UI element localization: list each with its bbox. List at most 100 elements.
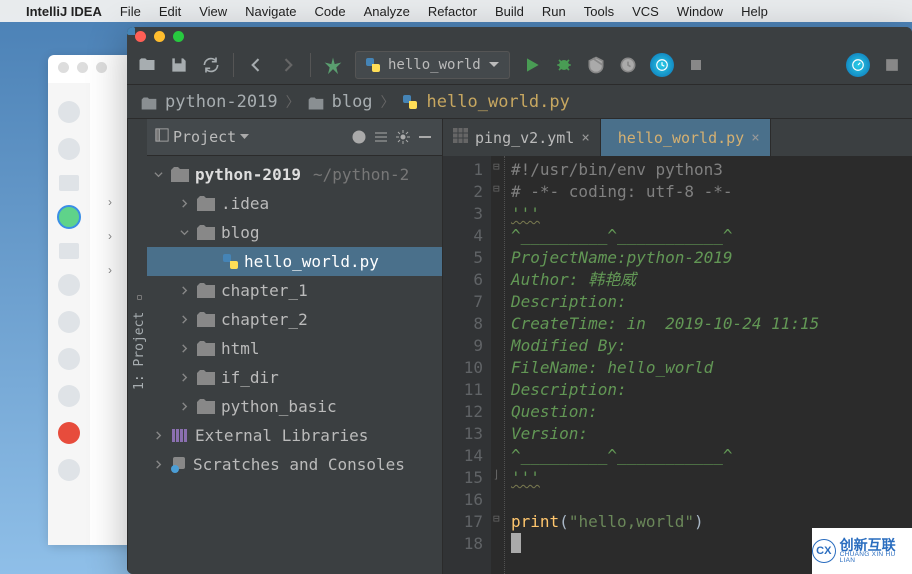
editor-area: ping_v2.yml × hello_world.py × 123456789… [443,119,912,574]
select-opened-file-button[interactable] [350,128,368,146]
menu-vcs[interactable]: VCS [632,4,659,19]
python-icon [366,58,380,72]
menu-file[interactable]: File [120,4,141,19]
bg-sidebar-item-icon [58,459,80,481]
menubar-app-name[interactable]: IntelliJ IDEA [26,4,102,19]
expand-arrow-icon[interactable] [177,286,191,295]
open-button[interactable] [137,55,157,75]
expand-all-button[interactable] [372,128,390,146]
project-tree[interactable]: python-2019 ~/python-2 .ideabloghello_wo… [147,156,442,574]
settings-button[interactable] [394,128,412,146]
menu-code[interactable]: Code [314,4,345,19]
fold-marker-icon[interactable]: ⊟ [493,160,500,173]
tree-external-libraries[interactable]: External Libraries [147,421,442,450]
expand-arrow-icon[interactable] [151,460,165,469]
update-button[interactable] [882,55,902,75]
run-coverage-button[interactable] [586,55,606,75]
close-tab-icon[interactable]: × [581,130,589,146]
expand-arrow-icon[interactable] [177,199,191,208]
fold-marker-icon[interactable]: ⊟ [493,512,500,525]
run-configuration-selector[interactable]: hello_world [355,51,510,79]
tab-label: hello_world.py [618,129,744,147]
debug-button[interactable] [554,55,574,75]
tree-item[interactable]: python_basic [147,392,442,421]
tree-item[interactable]: blog [147,218,442,247]
back-button[interactable] [246,55,266,75]
window-close-icon[interactable] [135,31,146,42]
run-config-name: hello_world [388,57,481,73]
menu-edit[interactable]: Edit [159,4,181,19]
breadcrumb-file[interactable]: hello_world.py [427,92,570,112]
tree-item[interactable]: html [147,334,442,363]
module-icon [171,167,189,182]
expand-arrow-icon[interactable] [177,373,191,382]
tree-root-path: ~/python-2 [313,165,409,184]
timer-widget-icon[interactable] [650,53,674,77]
expand-arrow-icon[interactable] [177,402,191,411]
breadcrumb-folder[interactable]: blog [332,92,373,112]
tree-item[interactable]: hello_world.py [147,247,442,276]
expand-arrow-icon[interactable] [151,170,165,179]
fold-gutter[interactable]: ⊟ ⊟ ⌋ ⊟ [491,156,505,574]
menu-view[interactable]: View [199,4,227,19]
editor-body[interactable]: 123456789101112131415161718 ⊟ ⊟ ⌋ ⊟ #!/u… [443,156,912,574]
menu-window[interactable]: Window [677,4,723,19]
code-text[interactable]: #!/usr/bin/env python3# -*- coding: utf-… [505,156,912,574]
folder-icon [197,370,215,385]
bg-window-sidebar [48,83,90,545]
run-button[interactable] [522,55,542,75]
watermark: CX 创新互联 CHUANG XIN HU LIAN [812,528,912,574]
stop-button[interactable] [686,55,706,75]
save-all-button[interactable] [169,55,189,75]
expand-arrow-icon[interactable] [151,431,165,440]
chevron-down-icon[interactable] [240,134,249,140]
project-tool-tab[interactable]: 1: Project [127,119,147,574]
build-button[interactable] [323,55,343,75]
forward-button[interactable] [278,55,298,75]
tree-item[interactable]: chapter_1 [147,276,442,305]
breadcrumb-root[interactable]: python-2019 [165,92,278,112]
library-icon [171,428,189,443]
tree-root-name: python-2019 [195,165,301,184]
project-header-label[interactable]: Project [173,128,236,146]
ide-toolbar: hello_world [127,45,912,85]
editor-tab[interactable]: ping_v2.yml × [443,119,601,156]
expand-arrow-icon[interactable] [177,315,191,324]
tree-root[interactable]: python-2019 ~/python-2 [147,160,442,189]
menu-help[interactable]: Help [741,4,768,19]
menu-navigate[interactable]: Navigate [245,4,296,19]
editor-tab-active[interactable]: hello_world.py × [601,119,771,156]
hide-button[interactable] [416,128,434,146]
menu-run[interactable]: Run [542,4,566,19]
tree-item-label: html [221,339,260,358]
breadcrumb-separator-icon: 〉 [286,92,300,112]
bg-window-traffic-lights[interactable] [58,62,107,73]
tree-item[interactable]: chapter_2 [147,305,442,334]
fold-marker-icon[interactable]: ⊟ [493,182,500,195]
ide-breadcrumb[interactable]: python-2019 〉 blog 〉 hello_world.py [127,85,912,119]
profile-button[interactable] [618,55,638,75]
ide-titlebar[interactable] [127,27,912,45]
bg-sidebar-active-icon [58,206,80,228]
tree-scratches[interactable]: Scratches and Consoles [147,450,442,479]
bg-sidebar-item-icon [58,138,80,160]
refresh-button[interactable] [201,55,221,75]
expand-arrow-icon[interactable] [177,228,191,237]
menu-analyze[interactable]: Analyze [364,4,410,19]
watermark-text-cn: 创新互联 [840,538,912,552]
structure-tab-icon[interactable] [138,295,143,300]
ide-gauge-icon[interactable] [846,53,870,77]
python-icon [223,254,238,269]
expand-arrow-icon[interactable] [177,344,191,353]
menu-build[interactable]: Build [495,4,524,19]
tree-item[interactable]: if_dir [147,363,442,392]
line-number-gutter[interactable]: 123456789101112131415161718 [443,156,491,574]
window-zoom-icon[interactable] [173,31,184,42]
python-icon [403,95,417,109]
close-tab-icon[interactable]: × [751,130,759,146]
window-minimize-icon[interactable] [154,31,165,42]
menu-tools[interactable]: Tools [584,4,614,19]
tree-item[interactable]: .idea [147,189,442,218]
folder-icon [197,225,215,240]
menu-refactor[interactable]: Refactor [428,4,477,19]
